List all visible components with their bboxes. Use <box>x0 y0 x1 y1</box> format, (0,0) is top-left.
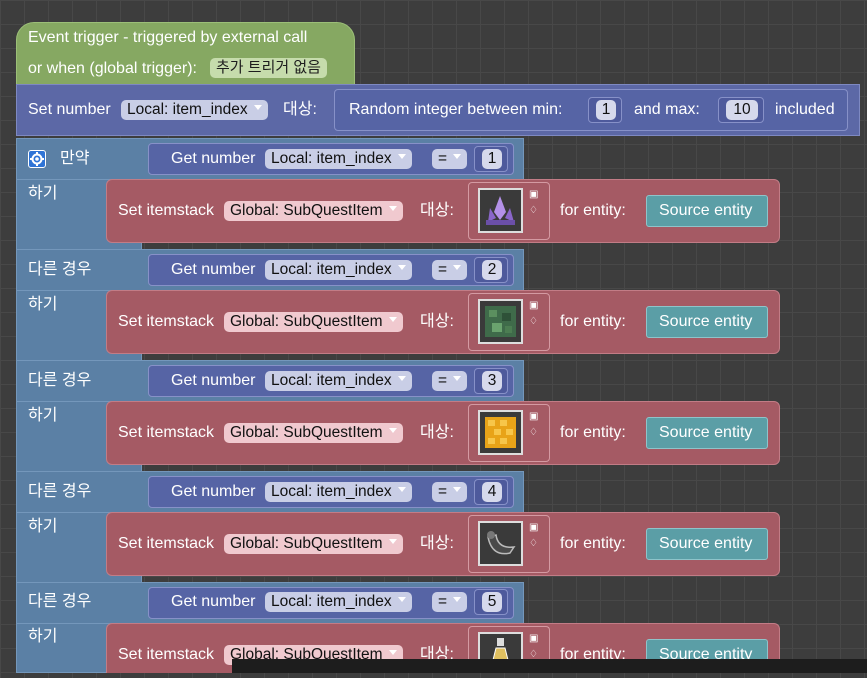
horizontal-scrollbar[interactable] <box>232 659 867 673</box>
itemstack-target-label: 대상: <box>420 313 454 330</box>
do-label: 하기 <box>28 518 58 535</box>
else-if-label: 다른 경우 <box>28 261 92 278</box>
compare-value-input[interactable]: 4 <box>482 482 502 502</box>
gear-icon[interactable] <box>28 150 46 168</box>
edit-item-icon[interactable]: ▣ <box>529 523 538 533</box>
and-max-label: and max: <box>634 101 700 118</box>
do-label: 하기 <box>28 628 58 645</box>
amethyst-cluster-icon[interactable] <box>478 188 523 233</box>
set-itemstack-label: Set itemstack <box>118 646 215 663</box>
max-value-input[interactable]: 10 <box>726 100 758 120</box>
itemstack-variable-dropdown[interactable]: Global: SubQuestItem <box>224 534 403 554</box>
set-number-variable-dropdown[interactable]: Local: item_index <box>121 100 268 120</box>
get-number-label: Get number <box>171 372 256 389</box>
for-entity-label: for entity: <box>560 535 626 552</box>
min-value-input[interactable]: 1 <box>596 100 616 120</box>
source-entity-label: Source entity <box>659 202 753 219</box>
edit-item-icon[interactable]: ▣ <box>529 634 538 644</box>
get-number-label: Get number <box>171 593 256 610</box>
random-integer-label: Random integer between min: <box>349 101 563 118</box>
for-entity-label: for entity: <box>560 313 626 330</box>
do-label: 하기 <box>28 407 58 424</box>
operator-dropdown[interactable]: = <box>432 482 468 502</box>
do-label: 하기 <box>28 296 58 313</box>
event-trigger-title: Event trigger - triggered by external ca… <box>28 29 308 46</box>
edit-item-icon[interactable]: ▣ <box>529 190 538 200</box>
itemstack-target-label: 대상: <box>420 202 454 219</box>
goat-horn-icon[interactable] <box>478 521 523 566</box>
operator-dropdown[interactable]: = <box>432 149 468 169</box>
edit-item-icon[interactable]: ▣ <box>529 301 538 311</box>
source-entity-label: Source entity <box>659 313 753 330</box>
set-itemstack-label: Set itemstack <box>118 202 215 219</box>
operator-dropdown[interactable]: = <box>432 260 468 280</box>
set-itemstack-label: Set itemstack <box>118 535 215 552</box>
gem-icon[interactable]: ♢ <box>529 539 538 549</box>
edit-item-icon[interactable]: ▣ <box>529 412 538 422</box>
source-entity-label: Source entity <box>659 424 753 441</box>
else-if-label: 다른 경우 <box>28 372 92 389</box>
gem-icon[interactable]: ♢ <box>529 206 538 216</box>
source-entity-label: Source entity <box>659 535 753 552</box>
compare-value-input[interactable]: 5 <box>482 592 502 612</box>
get-number-variable-dropdown[interactable]: Local: item_index <box>265 149 412 169</box>
itemstack-target-label: 대상: <box>420 535 454 552</box>
do-label: 하기 <box>28 185 58 202</box>
get-number-variable-dropdown[interactable]: Local: item_index <box>265 260 412 280</box>
global-trigger-dropdown[interactable]: 추가 트리거 없음 <box>210 58 327 78</box>
itemstack-target-label: 대상: <box>420 424 454 441</box>
mossy-block-icon[interactable] <box>478 299 523 344</box>
get-number-label: Get number <box>171 483 256 500</box>
global-trigger-label: or when (global trigger): <box>28 60 197 77</box>
else-if-label: 다른 경우 <box>28 593 92 610</box>
get-number-variable-dropdown[interactable]: Local: item_index <box>265 592 412 612</box>
operator-dropdown[interactable]: = <box>432 371 468 391</box>
set-itemstack-label: Set itemstack <box>118 313 215 330</box>
set-number-target-label: 대상: <box>283 101 317 118</box>
set-number-label: Set number <box>28 101 111 118</box>
gem-icon[interactable]: ♢ <box>529 428 538 438</box>
itemstack-variable-dropdown[interactable]: Global: SubQuestItem <box>224 312 403 332</box>
operator-dropdown[interactable]: = <box>432 592 468 612</box>
if-label: 만약 <box>60 150 90 167</box>
itemstack-variable-dropdown[interactable]: Global: SubQuestItem <box>224 201 403 221</box>
else-if-label: 다른 경우 <box>28 483 92 500</box>
get-number-label: Get number <box>171 150 256 167</box>
get-number-variable-dropdown[interactable]: Local: item_index <box>265 371 412 391</box>
honeycomb-block-icon[interactable] <box>478 410 523 455</box>
compare-value-input[interactable]: 3 <box>482 371 502 391</box>
for-entity-label: for entity: <box>560 424 626 441</box>
included-label: included <box>775 101 835 118</box>
gem-icon[interactable]: ♢ <box>529 317 538 327</box>
compare-value-input[interactable]: 1 <box>482 149 502 169</box>
get-number-label: Get number <box>171 261 256 278</box>
for-entity-label: for entity: <box>560 202 626 219</box>
itemstack-variable-dropdown[interactable]: Global: SubQuestItem <box>224 423 403 443</box>
compare-value-input[interactable]: 2 <box>482 260 502 280</box>
set-itemstack-label: Set itemstack <box>118 424 215 441</box>
get-number-variable-dropdown[interactable]: Local: item_index <box>265 482 412 502</box>
